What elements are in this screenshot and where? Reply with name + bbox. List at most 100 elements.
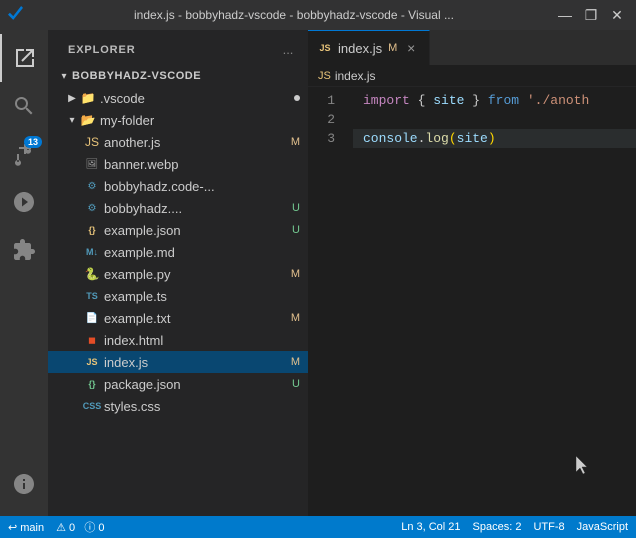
tree-item-examplets[interactable]: TS example.ts (48, 285, 308, 307)
examplemd-label: example.md (104, 245, 300, 260)
code-area[interactable]: 1 2 3 import { site } from './anoth (308, 87, 636, 516)
token-from: from (488, 91, 519, 110)
line-numbers: 1 2 3 (308, 91, 353, 512)
tree-item-examplepy[interactable]: 🐍 example.py M (48, 263, 308, 285)
indexjs-label: index.js (104, 355, 285, 370)
line-num-3: 3 (308, 129, 343, 148)
token-site-arg: site (457, 129, 488, 148)
activity-item-extensions[interactable] (0, 226, 48, 274)
close-button[interactable]: ✕ (606, 4, 628, 26)
examplets-icon: TS (84, 288, 100, 304)
anotherjs-badge: M (291, 136, 300, 148)
activity-item-test[interactable] (0, 460, 48, 508)
editor-breadcrumb: JS index.js (308, 65, 636, 87)
tree-item-examplemd[interactable]: M↓ example.md (48, 241, 308, 263)
token-dot: . (418, 129, 426, 148)
examplemd-icon: M↓ (84, 244, 100, 260)
status-position[interactable]: Ln 3, Col 21 (401, 521, 460, 533)
tab-indexjs[interactable]: JS index.js M × (308, 30, 430, 65)
tree-item-indexhtml[interactable]: ◼ index.html (48, 329, 308, 351)
vscode-folder-icon: 📁 (80, 90, 96, 106)
packagejson-label: package.json (104, 377, 286, 392)
token-brace-open: { (410, 91, 433, 110)
stylescss-icon: CSS (84, 398, 100, 414)
examplepy-label: example.py (104, 267, 285, 282)
sidebar-actions: ... (280, 42, 296, 58)
maximize-button[interactable]: ❐ (580, 4, 602, 26)
my-folder-icon: 📂 (80, 112, 96, 128)
vscode-chevron-icon: ▶ (64, 90, 80, 106)
sidebar-more-button[interactable]: ... (280, 42, 296, 58)
bannerwebp-icon: 🖼 (84, 156, 100, 172)
app-icon (8, 6, 26, 24)
code-line-1: import { site } from './anoth (353, 91, 636, 110)
tree-item-exampletxt[interactable]: 📄 example.txt M (48, 307, 308, 329)
vscode-label: .vscode (100, 91, 288, 106)
status-right: Ln 3, Col 21 Spaces: 2 UTF-8 JavaScript (401, 521, 628, 533)
tree-item-bobbyhadz2[interactable]: ⚙ bobbyhadz.... U (48, 197, 308, 219)
tab-close-button[interactable]: × (403, 40, 419, 56)
minimize-button[interactable]: — (554, 4, 576, 26)
file-tree: ▶ 📁 .vscode ▾ 📂 my-folder JS another.js … (48, 87, 308, 516)
status-branch[interactable]: ↩ main (8, 521, 44, 534)
examplepy-badge: M (291, 268, 300, 280)
tree-item-bobbyhadz-code[interactable]: ⚙ bobbyhadz.code-... (48, 175, 308, 197)
tab-indexjs-icon: JS (318, 41, 332, 55)
tree-item-indexjs[interactable]: JS index.js M (48, 351, 308, 373)
indexhtml-icon: ◼ (84, 332, 100, 348)
status-spaces[interactable]: Spaces: 2 (473, 521, 522, 533)
examplejson-icon: {} (84, 222, 100, 238)
workspace-label: BOBBYHADZ-VSCODE (72, 70, 300, 82)
activity-item-source-control[interactable]: 13 (0, 130, 48, 178)
status-encoding[interactable]: UTF-8 (533, 521, 564, 533)
sidebar-header: EXPLORER ... (48, 30, 308, 65)
breadcrumb-filename: index.js (335, 69, 376, 83)
vscode-dot-badge (294, 95, 300, 101)
token-path: './anoth (527, 91, 589, 110)
workspace-root[interactable]: ▾ BOBBYHADZ-VSCODE (48, 65, 308, 87)
tree-item-packagejson[interactable]: {} package.json U (48, 373, 308, 395)
activity-item-explorer[interactable] (0, 34, 48, 82)
bobbyhadz2-icon: ⚙ (84, 200, 100, 216)
indexhtml-label: index.html (104, 333, 300, 348)
activity-item-search[interactable] (0, 82, 48, 130)
status-language[interactable]: JavaScript (577, 521, 628, 533)
main-layout: 13 EXPLORER ... (0, 30, 636, 516)
tree-item-stylescss[interactable]: CSS styles.css (48, 395, 308, 417)
token-log: log (425, 129, 448, 148)
my-folder-chevron-icon: ▾ (64, 112, 80, 128)
bobbyhadz-code-icon: ⚙ (84, 178, 100, 194)
code-content[interactable]: import { site } from './anoth console (353, 91, 636, 512)
stylescss-label: styles.css (104, 399, 300, 414)
window-controls: — ❐ ✕ (554, 4, 628, 26)
status-errors[interactable]: ⚠ 0 ⓘ 0 (56, 519, 104, 535)
examplejson-label: example.json (104, 223, 286, 238)
anotherjs-icon: JS (84, 134, 100, 150)
breadcrumb-file-icon: JS (318, 70, 331, 82)
line-num-2: 2 (308, 110, 343, 129)
mouse-cursor-icon (576, 456, 592, 476)
tree-item-my-folder[interactable]: ▾ 📂 my-folder (48, 109, 308, 131)
source-control-badge: 13 (24, 136, 42, 148)
indexjs-badge: M (291, 356, 300, 368)
activity-bar: 13 (0, 30, 48, 516)
packagejson-icon: {} (84, 376, 100, 392)
line-num-1: 1 (308, 91, 343, 110)
tree-item-bannerwebp[interactable]: 🖼 banner.webp (48, 153, 308, 175)
token-site: site (433, 91, 464, 110)
tree-item-examplejson[interactable]: {} example.json U (48, 219, 308, 241)
bobbyhadz2-label: bobbyhadz.... (104, 201, 286, 216)
bannerwebp-label: banner.webp (104, 157, 300, 172)
exampletxt-label: example.txt (104, 311, 285, 326)
editor-area: JS index.js M × JS index.js 1 2 3 import (308, 30, 636, 516)
tree-item-anotherjs[interactable]: JS another.js M (48, 131, 308, 153)
tree-item-vscode[interactable]: ▶ 📁 .vscode (48, 87, 308, 109)
bobbyhadz2-badge: U (292, 202, 300, 214)
status-bar: ↩ main ⚠ 0 ⓘ 0 Ln 3, Col 21 Spaces: 2 UT… (0, 516, 636, 538)
title-bar: index.js - bobbyhadz-vscode - bobbyhadz-… (0, 0, 636, 30)
token-space (519, 91, 527, 110)
activity-item-run-debug[interactable] (0, 178, 48, 226)
title-text: index.js - bobbyhadz-vscode - bobbyhadz-… (34, 8, 554, 22)
token-console: console (363, 129, 418, 148)
code-line-3: console . log ( site ) (353, 129, 636, 148)
